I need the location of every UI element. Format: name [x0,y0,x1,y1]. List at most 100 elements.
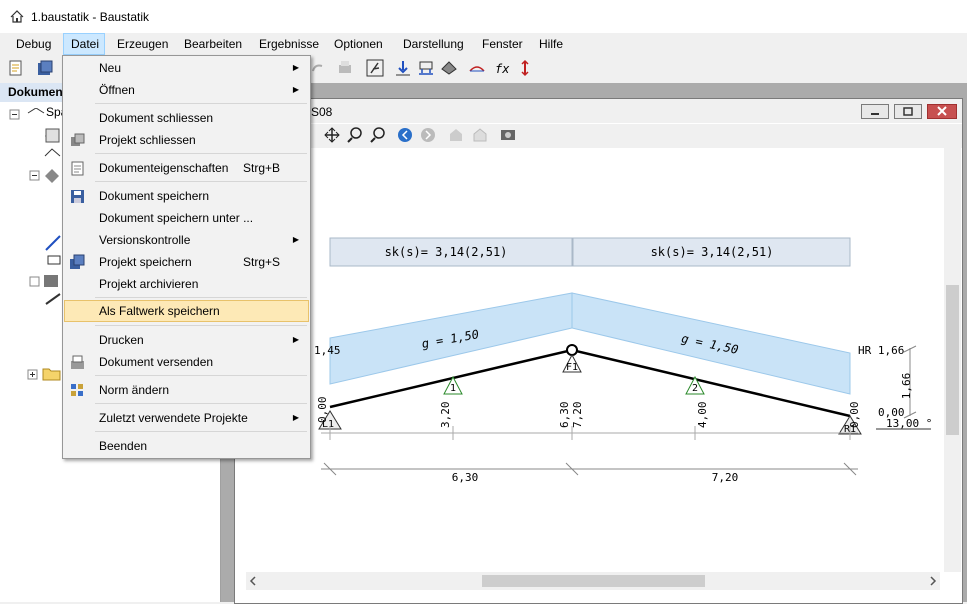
menu-separator [95,297,307,298]
node-f1[interactable] [566,344,578,356]
dim-right-label: 7,20 [712,471,739,484]
menu-ergebnisse[interactable]: Ergebnisse [252,33,326,55]
menu-bar: Debug Datei Erzeugen Bearbeiten Ergebnis… [0,33,967,55]
menu-separator [95,431,307,432]
horizontal-scroll-thumb[interactable] [482,575,705,587]
menu-separator [95,153,307,154]
menu-item-neu[interactable]: Neu ▶ [64,57,309,79]
menu-hilfe[interactable]: Hilfe [532,33,570,55]
title-bar: 1.baustatik - Baustatik [0,0,967,33]
left-load-value: 1,45 [314,344,341,357]
support-bottom-icon[interactable] [394,59,412,77]
scroll-right-icon[interactable] [928,576,938,586]
menu-erzeugen[interactable]: Erzeugen [110,33,175,55]
load-curve-icon[interactable] [468,59,486,77]
camera-icon[interactable] [501,130,515,140]
right-dim-vertical: 1,66 [900,373,913,400]
coord-630-label: 6,30 [558,402,571,429]
menu-item-norm-aendern[interactable]: Norm ändern [64,379,309,401]
norm-change-icon [71,384,83,396]
calculate-icon[interactable] [366,59,384,77]
support-hinge-icon[interactable] [417,59,435,77]
view-toolbar [235,124,962,148]
save-icon [71,190,84,203]
menu-item-dokument-versenden[interactable]: Dokument versenden [64,351,309,373]
app-home-icon [10,10,24,23]
minimize-icon [871,113,879,115]
menu-separator [95,325,307,326]
datei-menu: Neu ▶ Öffnen ▶ Dokument schliessen Proje… [62,55,311,459]
submenu-arrow-icon: ▶ [292,85,299,94]
structure-drawing: sk(s)= 3,14(2,51) sk(s)= 3,14(2,51) g = … [314,237,932,484]
drawing-canvas[interactable]: sk(s)= 3,14(2,51) sk(s)= 3,14(2,51) g = … [246,148,940,572]
left-zero-label: 0,00 [316,397,329,424]
send-document-icon [71,355,84,369]
function-fx-icon[interactable]: fx [494,59,512,77]
document-title: S08 [311,105,333,119]
vertical-scroll-thumb[interactable] [946,285,959,435]
scroll-left-icon[interactable] [248,576,258,586]
save-all-icon[interactable] [36,59,54,77]
window-title: 1.baustatik - Baustatik [31,10,150,24]
menu-datei[interactable]: Datei [63,33,105,55]
redo-icon[interactable] [309,59,327,77]
menu-separator [95,375,307,376]
vertical-scrollbar[interactable] [944,148,961,572]
menu-item-versionskontrolle[interactable]: Versionskontrolle ▶ [64,229,309,251]
document-window-caption: S08 [235,99,962,123]
coord-720-label: 7,20 [571,402,584,429]
angle-value: 13,00 ° [886,417,932,430]
submenu-arrow-icon: ▶ [292,235,299,244]
node-shape-icon[interactable] [440,59,458,77]
snow-left-label: sk(s)= 3,14(2,51) [385,245,508,259]
menu-darstellung[interactable]: Darstellung [396,33,471,55]
support-2-label: 2 [692,383,698,394]
support-1-label: 1 [450,383,456,394]
panel-header-label: Dokumen [8,85,63,99]
close-project-icon [71,133,85,146]
menu-item-oeffnen[interactable]: Öffnen ▶ [64,79,309,101]
dim-left-label: 6,30 [452,471,479,484]
menu-item-dokument-speichern-unter[interactable]: Dokument speichern unter ... [64,207,309,229]
close-button[interactable] [927,104,957,119]
submenu-arrow-icon: ▶ [292,335,299,344]
menu-item-dokument-speichern[interactable]: Dokument speichern [64,185,309,207]
folder-icon[interactable] [27,366,63,382]
horizontal-scrollbar[interactable] [246,572,940,590]
snow-right-label: sk(s)= 3,14(2,51) [651,245,774,259]
submenu-arrow-icon: ▶ [292,413,299,422]
minimize-button[interactable] [861,104,889,119]
coord-000-right-label: 0,00 [848,402,861,429]
tree-icons [9,108,61,305]
menu-separator [95,403,307,404]
support-f1-label: F1 [566,362,578,373]
coord-320-label: 3,20 [439,402,452,429]
new-document-icon[interactable] [7,59,25,77]
menu-item-dokument-schliessen[interactable]: Dokument schliessen [64,107,309,129]
menu-item-projekt-archivieren[interactable]: Projekt archivieren [64,273,309,295]
coord-400-label: 4,00 [696,402,709,429]
menu-item-projekt-schliessen[interactable]: Projekt schliessen [64,129,309,151]
menu-item-zuletzt-verwendete-projekte[interactable]: Zuletzt verwendete Projekte ▶ [64,407,309,429]
menu-item-als-faltwerk-speichern[interactable]: Als Faltwerk speichern [64,300,309,322]
menu-optionen[interactable]: Optionen [327,33,390,55]
menu-item-beenden[interactable]: Beenden [64,435,309,457]
menu-bearbeiten[interactable]: Bearbeiten [177,33,249,55]
vertical-arrows-icon[interactable] [516,59,534,77]
menu-item-projekt-speichern[interactable]: Projekt speichern Strg+S [64,251,309,273]
back-icon[interactable] [398,128,412,142]
menu-debug[interactable]: Debug [9,33,58,55]
menu-item-drucken[interactable]: Drucken ▶ [64,329,309,351]
menu-item-dokumenteigenschaften[interactable]: Dokumenteigenschaften Strg+B [64,157,309,179]
restore-icon [903,107,913,116]
restore-button[interactable] [894,104,922,119]
forward-icon[interactable] [421,128,435,142]
menu-separator [95,103,307,104]
right-load-label: HR 1,66 [858,344,904,357]
document-properties-icon [71,161,84,176]
save-project-icon [70,254,85,269]
menu-separator [95,181,307,182]
print-preview-icon[interactable] [336,59,354,77]
submenu-arrow-icon: ▶ [292,63,299,72]
menu-fenster[interactable]: Fenster [475,33,530,55]
